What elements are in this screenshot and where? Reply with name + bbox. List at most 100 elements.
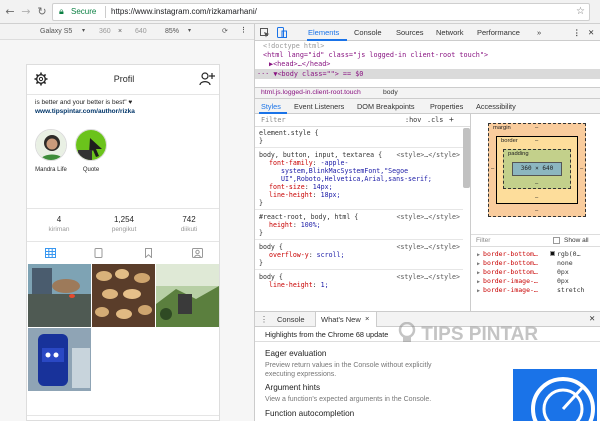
computed-property-row[interactable]: ▶ border-image-… 0px [477, 277, 600, 286]
subtab-properties[interactable]: Properties [430, 102, 463, 111]
show-all-checkbox[interactable] [553, 237, 560, 244]
tab-sources[interactable]: Sources [396, 28, 424, 37]
more-options-icon[interactable]: ⋮ [240, 26, 247, 34]
stat-value: 4 [56, 215, 62, 224]
more-tabs-icon[interactable]: » [537, 28, 541, 37]
tab-performance[interactable]: Performance [477, 28, 520, 37]
zoom-dropdown-icon[interactable]: ▾ [188, 27, 191, 34]
zoom-select[interactable]: 85% [165, 28, 179, 35]
grid-view-icon[interactable] [45, 248, 56, 258]
story-highlight-quote[interactable]: Quote [71, 129, 111, 173]
drawer-tab-console[interactable]: Console [277, 315, 305, 324]
css-rule-source-link[interactable]: <style>…</style> [396, 273, 460, 281]
styles-scrollbar[interactable] [463, 128, 470, 188]
close-drawer-icon[interactable]: ✕ [589, 314, 595, 323]
css-declaration[interactable]: line-height: 18px; [269, 191, 470, 199]
computed-property-row[interactable]: ▶ border-bottom… none [477, 259, 600, 268]
subtab-accessibility[interactable]: Accessibility [476, 102, 516, 111]
feed-view-icon[interactable] [93, 248, 104, 258]
breadcrumb-item[interactable]: body [383, 89, 398, 96]
dom-line[interactable]: ▶<head>…</head> [269, 60, 330, 69]
bio-link[interactable]: www.tipspintar.com/author/rizka [35, 107, 215, 116]
feature-title[interactable]: Eager evaluation [265, 349, 326, 358]
computed-property-row[interactable]: ▶ border-bottom… rgb(0… [477, 250, 600, 259]
back-arrow-icon[interactable]: ← [3, 5, 17, 19]
subtab-event-listeners[interactable]: Event Listeners [294, 102, 344, 111]
css-declaration[interactable]: font-family: -apple- [269, 159, 470, 167]
computed-property-row[interactable]: ▶ border-image-… stretch [477, 286, 600, 295]
devtools-menu-icon[interactable]: ⋮ [573, 28, 581, 37]
class-toggle[interactable]: .cls [427, 116, 443, 124]
dom-line[interactable]: <html lang="id" class="js logged-in clie… [263, 51, 488, 60]
tab-console[interactable]: Console [354, 28, 382, 37]
css-declaration[interactable]: UI",Roboto,Helvetica,Arial,sans-serif; [281, 175, 470, 183]
feature-title[interactable]: Argument hints [265, 383, 320, 392]
reload-icon[interactable]: ↻ [35, 5, 49, 19]
computed-property-row[interactable]: ▶ border-bottom… 0px [477, 268, 600, 277]
css-value[interactable]: 1; [321, 281, 329, 289]
subtab-dom-breakpoints[interactable]: DOM Breakpoints [357, 102, 415, 111]
device-dropdown-icon[interactable]: ▾ [82, 27, 85, 34]
new-rule-button[interactable]: + [449, 115, 454, 124]
css-property[interactable]: line-height [269, 281, 313, 289]
tab-network[interactable]: Network [436, 28, 464, 37]
css-value[interactable]: 18px; [321, 191, 341, 199]
photo-thumbnail[interactable] [156, 264, 219, 327]
close-devtools-icon[interactable]: ✕ [588, 28, 594, 37]
tagged-photos-icon[interactable] [192, 248, 203, 258]
css-rule-source-link[interactable]: <style>…</style> [396, 243, 460, 251]
css-property[interactable]: font-family [269, 159, 313, 167]
device-width[interactable]: 360 [99, 28, 111, 35]
photo-thumbnail[interactable] [28, 328, 91, 391]
tab-elements[interactable]: Elements [308, 28, 339, 37]
device-select[interactable]: Galaxy S5 [40, 28, 72, 35]
following-count[interactable]: 742 diikuti [157, 215, 219, 233]
color-swatch[interactable] [550, 251, 555, 256]
css-property[interactable]: height [269, 221, 293, 229]
css-property[interactable]: overflow-y [269, 251, 309, 259]
computed-filter-input[interactable]: Filter [476, 237, 490, 244]
close-tab-icon[interactable]: × [365, 314, 369, 323]
address-bar[interactable]: 🔒︎ Secure https://www.instagram.com/rizk… [52, 3, 590, 21]
device-height[interactable]: 640 [135, 28, 147, 35]
inspect-element-icon[interactable] [260, 28, 270, 38]
story-highlight-mandra-life[interactable]: Mandra Life [31, 129, 71, 173]
css-value[interactable]: UI",Roboto,Helvetica,Arial,sans-serif; [281, 175, 432, 183]
styles-filter-input[interactable]: Filter [261, 116, 286, 124]
photo-thumbnail[interactable] [28, 264, 91, 327]
computed-value: stretch [557, 286, 585, 294]
css-value[interactable]: 100%; [301, 221, 321, 229]
url-text[interactable]: https://www.instagram.com/rizkamarhani/ [111, 7, 257, 16]
dom-line[interactable]: <!doctype html> [263, 42, 324, 51]
hover-state-toggle[interactable]: :hov [405, 116, 421, 124]
css-value[interactable]: -apple- [321, 159, 349, 167]
css-property[interactable]: font-size [269, 183, 305, 191]
css-declaration[interactable]: line-height: 1; [269, 281, 470, 289]
followers-count[interactable]: 1,254 pengikut [92, 215, 156, 233]
rotate-icon[interactable]: ⟳ [222, 27, 228, 35]
css-rule-selector[interactable]: element.style { [259, 129, 465, 137]
saved-bookmark-icon[interactable] [143, 248, 154, 258]
subtab-styles[interactable]: Styles [261, 102, 281, 111]
css-rule-source-link[interactable]: <style>…</style> [396, 151, 460, 159]
drawer-tab-whats-new[interactable]: What's New [321, 315, 361, 324]
css-declaration[interactable]: font-size: 14px; [269, 183, 470, 191]
drawer-menu-icon[interactable]: ⋮ [260, 315, 268, 324]
css-value[interactable]: 14px; [313, 183, 333, 191]
css-value[interactable]: system,BlinkMacSystemFont,"Segoe [281, 167, 408, 175]
forward-arrow-icon[interactable]: → [19, 5, 33, 19]
bookmark-star-icon[interactable]: ☆ [576, 6, 585, 17]
dom-line-selected[interactable]: ··· ▼<body class=""> == $0 [257, 70, 363, 79]
css-declaration[interactable]: height: 100%; [269, 221, 470, 229]
add-person-icon[interactable] [199, 72, 215, 86]
photo-thumbnail[interactable] [92, 264, 155, 327]
css-rule-source-link[interactable]: <style>…</style> [396, 213, 460, 221]
breadcrumb-item[interactable]: html.js.logged-in.client-root.touch [261, 89, 361, 96]
css-property[interactable]: line-height [269, 191, 313, 199]
css-declaration[interactable]: overflow-y: scroll; [269, 251, 470, 259]
feature-title[interactable]: Function autocompletion [265, 409, 354, 418]
css-declaration[interactable]: system,BlinkMacSystemFont,"Segoe [281, 167, 470, 175]
device-toggle-icon[interactable] [277, 27, 287, 38]
posts-count[interactable]: 4 kiriman [27, 215, 91, 233]
css-value[interactable]: scroll; [317, 251, 345, 259]
